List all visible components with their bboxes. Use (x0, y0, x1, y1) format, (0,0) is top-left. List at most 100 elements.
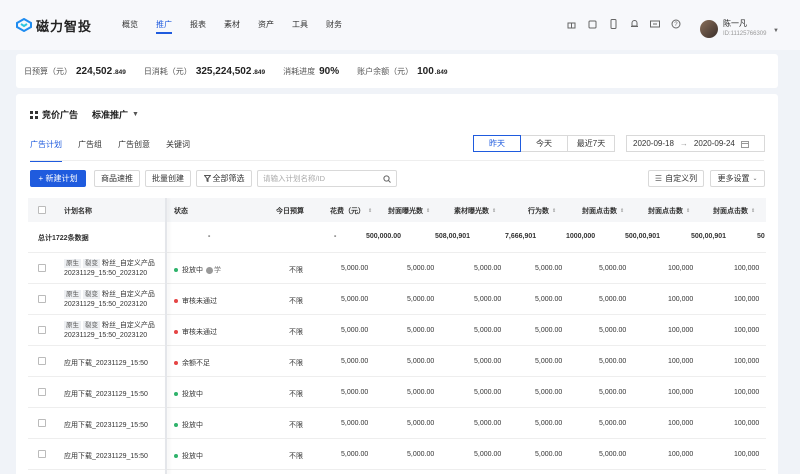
col-cover-clicks-3[interactable]: 封面点击数 ⇕ (713, 206, 755, 216)
plan-name-text: 粉丝_自定义产品 (102, 322, 155, 329)
plan-name[interactable]: 应用下载_20231129_15:50 (64, 451, 148, 461)
tab-groups[interactable]: 广告组 (78, 139, 102, 156)
stat-daily-spend: 日消耗（元） 325,224,502.849 (144, 66, 265, 77)
quick-promote-button[interactable]: 商品速推 (94, 170, 140, 187)
sort-icon[interactable]: ⇕ (492, 208, 496, 214)
status-dot (174, 299, 178, 304)
status-text: 投放中 (182, 267, 203, 274)
plan-name-secondary: 20231129_15:50_2023120 (64, 270, 148, 277)
sort-icon[interactable]: ⇕ (552, 208, 556, 214)
date-today-button[interactable]: 今天 (520, 135, 568, 152)
col-status[interactable]: 状态 (174, 206, 188, 216)
chevron-down-icon[interactable]: ▼ (773, 28, 779, 34)
promotion-type-select[interactable]: 标准推广 (92, 108, 128, 121)
select-all-checkbox[interactable] (38, 206, 46, 214)
nav-promotion[interactable]: 推广 (156, 0, 172, 50)
bookmark-icon[interactable] (587, 19, 597, 29)
sort-icon[interactable]: ⇕ (686, 208, 690, 214)
status-dot (174, 454, 178, 459)
filter-button[interactable]: 全部筛选 (196, 170, 252, 187)
nav-reports[interactable]: 报表 (190, 0, 206, 50)
nav-overview[interactable]: 概览 (122, 0, 138, 50)
new-plan-button[interactable]: + 新建计划 (30, 170, 86, 187)
metric-value: 5,000.00 (474, 389, 502, 396)
more-settings-button[interactable]: 更多设置 ⌄ (710, 170, 765, 187)
status-badge: 投放中 (174, 420, 203, 430)
plan-name[interactable]: 应用下载_20231129_15:50 (64, 389, 148, 399)
table-row[interactable]: 应用下载_20231129_15:50 投放中 不限 5,000.00 5,000.00… (28, 439, 766, 470)
metric-value: 5,000.00 (341, 265, 369, 272)
tab-plans[interactable]: 广告计划 (30, 139, 62, 162)
metric-value: 5,000.00 (599, 358, 627, 365)
date-end: 2020-09-24 (693, 139, 735, 148)
col-actions[interactable]: 行为数 ⇕ (528, 206, 556, 216)
row-checkbox[interactable] (38, 295, 46, 303)
date-yesterday-button[interactable]: 昨天 (473, 135, 521, 152)
logo[interactable]: 磁力智投 (16, 16, 116, 35)
bell-icon[interactable] (629, 19, 639, 29)
metric-value: 5,000.00 (535, 420, 563, 427)
tab-creatives[interactable]: 广告创意 (118, 139, 150, 156)
col-plan-name[interactable]: 计划名称 (64, 206, 92, 216)
gear-icon[interactable] (206, 266, 213, 274)
col-cover-clicks-2[interactable]: 封面点击数 ⇕ (648, 206, 690, 216)
search-input[interactable]: 请输入计划名称/ID (257, 170, 397, 187)
nav-tools[interactable]: 工具 (292, 0, 308, 50)
sort-icon[interactable]: ⇕ (751, 208, 755, 214)
sort-icon[interactable]: ⇕ (426, 208, 430, 214)
col-cover-clicks[interactable]: 封面点击数 ⇕ (582, 206, 624, 216)
plan-name[interactable]: 应用下载_20231129_15:50 (64, 358, 148, 368)
frozen-column-divider (165, 198, 167, 474)
budget-value: 不限 (289, 453, 303, 460)
plan-name[interactable]: 原生 裂变 粉丝_自定义产品 (64, 289, 155, 299)
row-checkbox[interactable] (38, 357, 46, 365)
status-dot (174, 423, 178, 428)
row-checkbox[interactable] (38, 326, 46, 334)
col-cover-clicks-3-label: 封面点击数 (713, 208, 748, 215)
table-row[interactable]: 原生 裂变 粉丝_自定义产品 20231129_15:50_2023120 审核未通过 不… (28, 315, 766, 346)
row-checkbox[interactable] (38, 264, 46, 272)
nav-materials[interactable]: 素材 (224, 0, 240, 50)
table-row[interactable]: 应用下载_20231129_15:50 投放中 不限 5,000.00 5,000.00… (28, 377, 766, 408)
plan-name[interactable]: 应用下载_20231129_15:50 (64, 420, 148, 430)
plan-tag: 裂变 (83, 259, 100, 268)
row-checkbox[interactable] (38, 450, 46, 458)
budget-value: 不限 (289, 298, 303, 305)
metric-value: 5,000.00 (341, 327, 369, 334)
chevron-down-icon[interactable]: ▼ (132, 111, 139, 118)
sort-icon[interactable]: ⇕ (620, 208, 624, 214)
date-range-picker[interactable]: 2020-09-18 → 2020-09-24 (626, 135, 765, 152)
message-icon[interactable] (650, 19, 660, 29)
col-material-exposure[interactable]: 素材曝光数 ⇕ (454, 206, 496, 216)
stat-daily-budget: 日预算（元） 224,502.849 (24, 66, 126, 77)
date-7days-button[interactable]: 最近7天 (567, 135, 615, 152)
table-row[interactable]: 原生 裂变 粉丝_自定义产品 20231129_15:50_2023120 投放中 学 不限… (28, 253, 766, 284)
table-row[interactable]: 应用下载_20231129_15:50 投放中 不限 5,000.00 5,000.00… (28, 408, 766, 439)
row-checkbox[interactable] (38, 388, 46, 396)
user-menu[interactable]: 陈一凡 ID:11125766309 (700, 19, 766, 39)
table-row[interactable]: 原生 裂变 粉丝_自定义产品 20231129_15:50_2023120 审核未通过 不… (28, 284, 766, 315)
arrow-right-icon: → (679, 139, 688, 148)
nav-assets[interactable]: 资产 (258, 0, 274, 50)
table-row[interactable]: 应用下载_20231129_15:50 余额不足 不限 5,000.00 5,000.0… (28, 346, 766, 377)
sort-icon[interactable]: ⇕ (368, 208, 372, 214)
help-icon[interactable]: ? (671, 19, 681, 29)
col-spend[interactable]: 花费（元） ⇕ (330, 206, 372, 216)
col-budget[interactable]: 今日预算 (276, 206, 304, 216)
col-spend-label: 花费（元） (330, 208, 365, 215)
gift-icon[interactable] (566, 19, 576, 29)
plan-name[interactable]: 原生 裂变 粉丝_自定义产品 (64, 258, 155, 268)
mobile-icon[interactable] (608, 19, 618, 29)
stat-decimal: .849 (252, 68, 266, 76)
avatar (700, 20, 718, 38)
tab-keywords[interactable]: 关键词 (166, 139, 190, 156)
batch-create-button[interactable]: 批量创建 (145, 170, 191, 187)
custom-columns-button[interactable]: ☰ 自定义列 (648, 170, 704, 187)
nav-finance[interactable]: 财务 (326, 0, 342, 50)
table-header: 计划名称 状态 今日预算 花费（元） ⇕ 封面曝光数 ⇕ 素材曝光数 ⇕ 行为数 ⇕ 封… (28, 198, 766, 222)
plan-name[interactable]: 原生 裂变 粉丝_自定义产品 (64, 320, 155, 330)
main-nav: 概览 推广 报表 素材 资产 工具 财务 (122, 0, 360, 50)
total-value: 7,666,901 (505, 233, 537, 240)
row-checkbox[interactable] (38, 419, 46, 427)
col-cover-exposure[interactable]: 封面曝光数 ⇕ (388, 206, 430, 216)
